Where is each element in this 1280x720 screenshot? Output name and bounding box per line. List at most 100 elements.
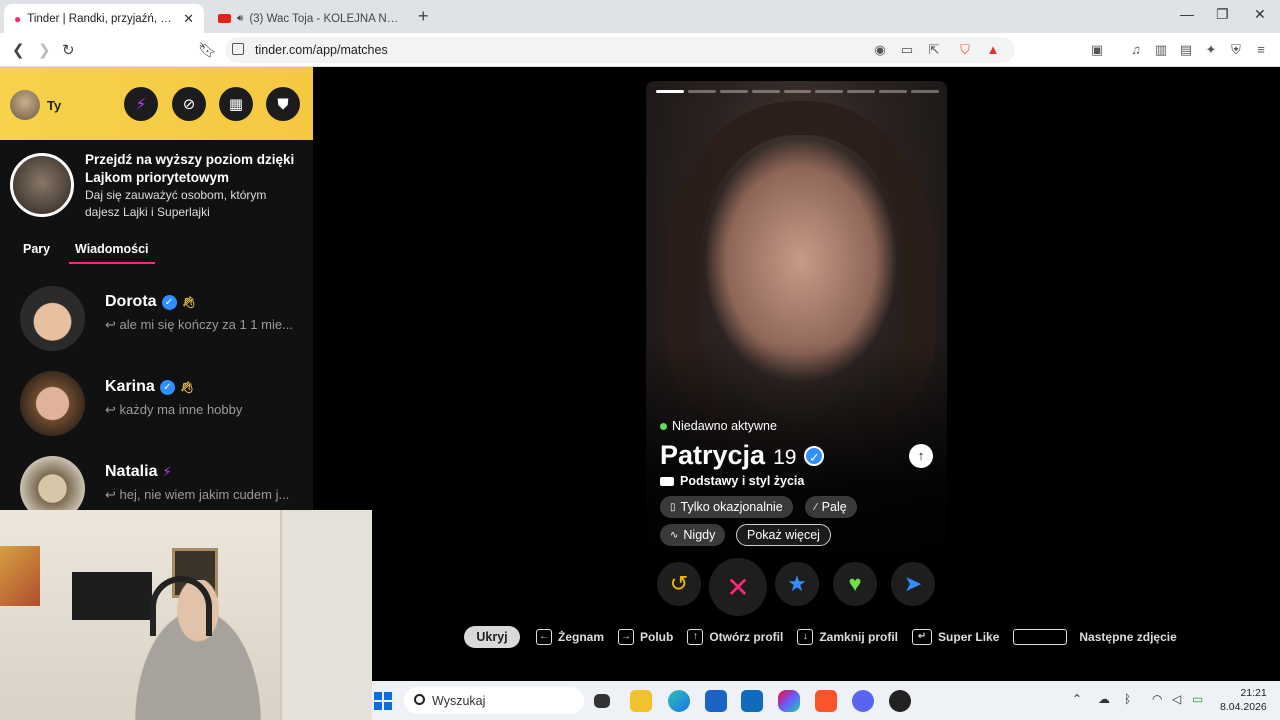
cigarette-icon: ⁄ bbox=[815, 501, 817, 513]
site-settings-icon[interactable] bbox=[232, 43, 244, 55]
boost-icon: ⚡︎ bbox=[162, 464, 172, 479]
tray-chevron-icon[interactable]: ⌃ bbox=[1072, 692, 1082, 706]
location-icon[interactable]: ◉ bbox=[872, 42, 888, 58]
photo-progress-segment[interactable] bbox=[847, 90, 876, 93]
clock[interactable]: 21:21 8.04.2026 bbox=[1220, 686, 1267, 714]
file-explorer-icon[interactable] bbox=[630, 690, 652, 712]
close-tab-icon[interactable]: ✕ bbox=[183, 11, 194, 27]
promo-subtitle: Daj się zauważyć osobom, którym dajesz L… bbox=[85, 188, 267, 219]
copilot-icon[interactable] bbox=[778, 690, 800, 712]
open-profile-icon[interactable]: ↑ bbox=[909, 444, 933, 468]
panel-icon[interactable]: ▥ bbox=[1153, 42, 1169, 58]
cast-icon[interactable]: ▭ bbox=[899, 42, 915, 58]
brave-shield-icon[interactable]: ⛉ bbox=[957, 42, 973, 58]
safety-shield-icon[interactable]: ⛊ bbox=[266, 87, 300, 121]
message-name: Natalia ⚡︎ bbox=[105, 463, 172, 481]
vpn-icon[interactable]: ⛨ bbox=[1228, 42, 1244, 58]
windows-start-icon[interactable] bbox=[374, 692, 392, 710]
edge-icon[interactable] bbox=[668, 690, 690, 712]
back-icon[interactable]: ❮ bbox=[12, 41, 25, 59]
close-window-icon[interactable]: ✕ bbox=[1254, 6, 1266, 23]
discord-icon[interactable] bbox=[852, 690, 874, 712]
photo-progress-segment[interactable] bbox=[783, 90, 812, 93]
onedrive-icon[interactable]: ☁ bbox=[1098, 692, 1110, 706]
app-icon[interactable] bbox=[889, 690, 911, 712]
tab-title: (3) Wac Toja - KOLEJNA NOC (Si bbox=[249, 12, 400, 25]
wallet-icon[interactable]: ▤ bbox=[1178, 42, 1194, 58]
url-text: tinder.com/app/matches bbox=[255, 43, 388, 57]
glass-icon: ▯ bbox=[670, 501, 676, 513]
leo-ai-icon[interactable]: ✦ bbox=[1203, 42, 1219, 58]
list-item[interactable]: Karina ✓ 👋︎ ↩ każdy ma inne hobby bbox=[0, 366, 313, 451]
brave-rewards-icon[interactable]: ▲ bbox=[985, 42, 1001, 58]
avatar bbox=[20, 371, 85, 436]
photo-progress-segment[interactable] bbox=[815, 90, 844, 93]
show-more-button[interactable]: Pokaż więcej bbox=[736, 524, 831, 546]
wifi-icon[interactable]: ◠ bbox=[1152, 692, 1162, 706]
activity-status: Niedawno aktywne bbox=[660, 419, 777, 433]
super-like-button[interactable]: ★ bbox=[775, 562, 819, 606]
hide-shortcuts-button[interactable]: Ukryj bbox=[464, 626, 520, 648]
sidebar-header: Ty ⚡︎ ⊘ ▦ ⛊ bbox=[0, 67, 313, 140]
new-tab-icon[interactable]: + bbox=[418, 6, 429, 27]
explore-compass-icon[interactable]: ⊘ bbox=[172, 87, 206, 121]
photo-progress-segment[interactable] bbox=[656, 90, 684, 93]
brave-icon[interactable] bbox=[815, 690, 837, 712]
photo-progress-segment[interactable] bbox=[751, 90, 780, 93]
webcam-overlay bbox=[0, 510, 372, 720]
promo-title: Przejdź na wyższy poziom dzięki Lajkom p… bbox=[85, 152, 295, 185]
address-bar-row: ❮ ❯ ↻ 🔖︎ tinder.com/app/matches ◉ ▭ ⇱ ⛉ … bbox=[0, 33, 1280, 67]
battery-icon[interactable]: ▭ bbox=[1192, 692, 1203, 706]
forward-icon[interactable]: ❯ bbox=[38, 41, 51, 59]
music-icon[interactable]: ♫ bbox=[1128, 42, 1144, 58]
profile-name: Patrycja bbox=[660, 440, 766, 470]
bluetooth-icon[interactable]: ᛒ bbox=[1124, 692, 1131, 706]
store-icon[interactable] bbox=[705, 690, 727, 712]
sidebar-toggle-icon[interactable]: ▣ bbox=[1089, 42, 1105, 58]
shortcut-super-like: ↵ Super Like bbox=[912, 629, 999, 645]
menu-icon[interactable]: ≡ bbox=[1253, 42, 1269, 58]
task-view-icon[interactable] bbox=[594, 694, 610, 708]
message-preview: ↩ hej, nie wiem jakim cudem j... bbox=[105, 487, 290, 502]
speaker-icon[interactable]: 🔊︎ bbox=[237, 13, 243, 24]
url-field[interactable]: tinder.com/app/matches bbox=[225, 37, 1015, 63]
restore-icon[interactable]: ❐ bbox=[1216, 6, 1229, 23]
user-avatar[interactable] bbox=[10, 90, 40, 120]
contact-name: Karina bbox=[105, 378, 155, 395]
shortcut-next-photo: Następne zdjęcie bbox=[1013, 629, 1177, 645]
boost-icon[interactable]: ⚡︎ bbox=[124, 87, 158, 121]
taskbar-search[interactable]: Wyszukaj bbox=[404, 687, 584, 714]
photo-progress bbox=[656, 90, 940, 93]
rewind-button[interactable]: ↺ bbox=[657, 562, 701, 606]
outlook-icon[interactable] bbox=[741, 690, 763, 712]
date: 8.04.2026 bbox=[1220, 701, 1267, 713]
boost-send-button[interactable]: ➤ bbox=[891, 562, 935, 606]
message-preview: ↩ ale mi się kończy za 1 1 mie... bbox=[105, 317, 293, 332]
photo-progress-segment[interactable] bbox=[719, 90, 748, 93]
minimize-icon[interactable]: — bbox=[1180, 6, 1194, 22]
briefcase-icon[interactable]: ▦ bbox=[219, 87, 253, 121]
nope-button[interactable]: ✕ bbox=[709, 558, 767, 616]
list-item[interactable]: Dorota ✓ 👋︎ ↩ ale mi się kończy za 1 1 m… bbox=[0, 281, 313, 366]
chip-workout: ∿ Nigdy bbox=[660, 524, 726, 546]
tab-matches[interactable]: Pary bbox=[23, 242, 50, 256]
photo-progress-segment[interactable] bbox=[687, 90, 716, 93]
volume-icon[interactable]: ◁ bbox=[1172, 692, 1181, 706]
verified-icon: ✓ bbox=[804, 445, 825, 466]
space-key-icon bbox=[1013, 629, 1068, 645]
tab-messages[interactable]: Wiadomości bbox=[69, 242, 155, 264]
message-name: Karina ✓ 👋︎ bbox=[105, 378, 194, 396]
share-icon[interactable]: ⇱ bbox=[926, 42, 942, 58]
reload-icon[interactable]: ↻ bbox=[62, 41, 75, 59]
tab-tinder[interactable]: ● Tinder | Randki, przyjaźń, nowe z ✕ bbox=[4, 4, 204, 33]
bookmark-icon[interactable]: 🔖︎ bbox=[198, 41, 217, 59]
taskbar: Wyszukaj ⌃ ☁ ᛒ ◠ ◁ ▭ 21:21 8.04.2026 bbox=[372, 681, 1280, 720]
door bbox=[280, 510, 372, 720]
photo-progress-segment[interactable] bbox=[911, 90, 940, 93]
like-button[interactable]: ♥ bbox=[833, 562, 877, 606]
shortcut-like: → Polub bbox=[618, 629, 673, 645]
photo-progress-segment[interactable] bbox=[879, 90, 908, 93]
user-name[interactable]: Ty bbox=[47, 98, 61, 113]
tab-youtube[interactable]: 🔊︎ (3) Wac Toja - KOLEJNA NOC (Si bbox=[208, 4, 410, 33]
message-name: Dorota ✓ 👋︎ bbox=[105, 293, 196, 311]
